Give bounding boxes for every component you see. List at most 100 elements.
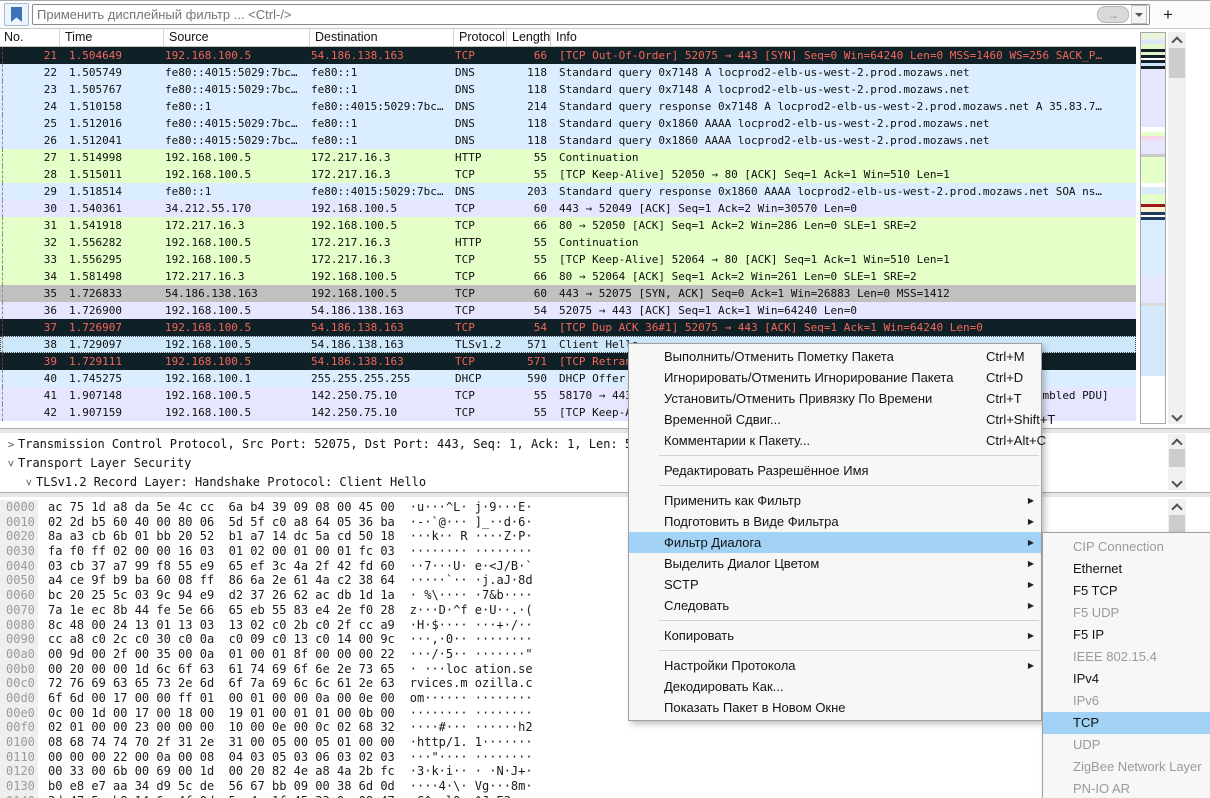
hex-row[interactable]: 0120 00 33 00 6b 00 69 00 1d 00 20 82 4e …	[0, 764, 1166, 780]
scroll-up-icon[interactable]	[1171, 438, 1183, 450]
column-header-time[interactable]: Time	[60, 29, 164, 46]
hex-row[interactable]: 0110 00 00 00 22 00 0a 00 08 04 03 05 03 …	[0, 749, 1166, 765]
packet-row[interactable]: 25 1.512016 fe80::4015:5029:7bc… fe80::1 DNS…	[0, 115, 1136, 132]
menu-item[interactable]: Комментарии к Пакету... Ctrl+Alt+C	[629, 430, 1046, 451]
packet-cell-no: 23	[43, 83, 57, 96]
add-filter-button[interactable]: +	[1158, 5, 1178, 25]
packet-row[interactable]: 33 1.556295 192.168.100.5 172.217.16.3 TCP 55…	[0, 251, 1136, 268]
menu-item[interactable]: Копировать ▶	[629, 625, 1041, 646]
packet-cell-src: 172.217.16.3	[165, 219, 245, 232]
packet-cell-info: Standard query 0x7148 A locprod2-elb-us-…	[559, 66, 970, 79]
menu-item[interactable]: Настройки Протокола ▶	[629, 655, 1041, 676]
scrollbar-thumb[interactable]	[1169, 48, 1185, 78]
packet-row[interactable]: 28 1.515011 192.168.100.5 172.217.16.3 TCP 55…	[0, 166, 1136, 183]
conversation-submenu: CIP Connection Ethernet F5 TCP F5 UDP F5 IP I…	[1042, 532, 1210, 798]
menu-separator	[659, 485, 1039, 486]
packet-cell-proto: TCP	[455, 202, 475, 215]
menu-item[interactable]: Игнорировать/Отменить Игнорирование Паке…	[629, 367, 1041, 388]
packet-row[interactable]: 23 1.505767 fe80::4015:5029:7bc… fe80::1 DNS…	[0, 81, 1136, 98]
menu-item[interactable]: Декодировать Как...	[629, 676, 1041, 697]
packet-cell-dst: 192.168.100.5	[311, 270, 398, 283]
submenu-item[interactable]: F5 TCP	[1043, 580, 1210, 602]
display-filter-input[interactable]	[35, 6, 1097, 23]
column-header-no[interactable]: No.	[0, 29, 60, 46]
submenu-item[interactable]: CIP Connection	[1043, 536, 1210, 558]
submenu-item[interactable]: ZigBee Network Layer	[1043, 756, 1210, 778]
menu-item[interactable]: Следовать ▶	[629, 595, 1041, 616]
hex-row[interactable]: 0130 b0 e8 e7 aa 34 d9 5c de 56 67 bb 09 …	[0, 779, 1166, 794]
packet-cell-len: 55	[533, 253, 547, 266]
hex-row[interactable]: 0100 08 68 74 74 70 2f 31 2e 31 00 05 00 …	[0, 735, 1166, 750]
menu-item[interactable]: Фильтр Диалога ▶	[629, 532, 1041, 553]
scroll-up-icon[interactable]	[1171, 503, 1183, 515]
packet-cell-dst: fe80::1	[311, 83, 358, 96]
packet-cell-src: 54.186.138.163	[165, 287, 258, 300]
apply-filter-button[interactable]: →	[1097, 6, 1129, 23]
menu-item[interactable]: Показать Пакет в Новом Окне	[629, 697, 1041, 718]
hex-row[interactable]: 01403d 47 5e b8 14 6c 4f 0d 5e 4a 1f 45 …	[0, 793, 1166, 798]
packet-cell-dst: 172.217.16.3	[311, 253, 391, 266]
packet-cell-src: 192.168.100.5	[165, 355, 252, 368]
column-header-length[interactable]: Length	[507, 29, 551, 46]
packet-row[interactable]: 34 1.581498 172.217.16.3 192.168.100.5 TCP 66…	[0, 268, 1136, 285]
packet-row[interactable]: 36 1.726900 192.168.100.5 54.186.138.163 TCP…	[0, 302, 1136, 319]
filter-bookmark-button[interactable]	[4, 3, 29, 26]
chevron-expanded-icon[interactable]: >	[2, 457, 21, 471]
menu-item[interactable]: Выделить Диалог Цветом ▶	[629, 553, 1041, 574]
scroll-down-icon[interactable]	[1171, 410, 1183, 422]
column-header-info[interactable]: Info	[551, 29, 1136, 46]
packet-row[interactable]: 37 1.726907 192.168.100.5 54.186.138.163 TCP…	[0, 319, 1136, 336]
packet-row[interactable]: 32 1.556282 192.168.100.5 172.217.16.3 HTTP 5…	[0, 234, 1136, 251]
packet-cell-proto: HTTP	[455, 151, 482, 164]
packet-row[interactable]: 21 1.504649 192.168.100.5 54.186.138.163 TCP…	[0, 47, 1136, 64]
submenu-item[interactable]: F5 IP	[1043, 624, 1210, 646]
submenu-item[interactable]: Ethernet	[1043, 558, 1210, 580]
menu-item[interactable]: Временной Сдвиг... Ctrl+Shift+T	[629, 409, 1055, 430]
scroll-up-icon[interactable]	[1171, 36, 1183, 48]
packet-cell-time: 1.745275	[69, 372, 122, 385]
submenu-item[interactable]: UDP	[1043, 734, 1210, 756]
menu-item[interactable]: Подготовить в Виде Фильтра ▶	[629, 511, 1041, 532]
packet-row[interactable]: 24 1.510158 fe80::1 fe80::4015:5029:7bc… DNS…	[0, 98, 1136, 115]
packet-list-scrollbar[interactable]	[1168, 32, 1186, 424]
packet-row[interactable]: 35 1.726833 54.186.138.163 192.168.100.5 TCP…	[0, 285, 1136, 302]
filter-dropdown-button[interactable]	[1131, 5, 1147, 24]
menu-item[interactable]: SCTP ▶	[629, 574, 1041, 595]
scrollbar-thumb[interactable]	[1169, 449, 1185, 467]
submenu-item[interactable]: IPv4	[1043, 668, 1210, 690]
hex-row[interactable]: 00f0 02 01 00 00 23 00 00 00 10 00 0e 00 …	[0, 720, 1166, 735]
packet-row[interactable]: 31 1.541918 172.217.16.3 192.168.100.5 TCP 66…	[0, 217, 1136, 234]
submenu-item[interactable]: F5 UDP	[1043, 602, 1210, 624]
packet-cell-len: 54	[533, 321, 547, 334]
packet-minimap[interactable]	[1140, 32, 1166, 424]
packet-cell-proto: TCP	[455, 49, 475, 62]
menu-item[interactable]: Редактировать Разрешённое Имя	[629, 460, 1041, 481]
packet-row[interactable]: 29 1.518514 fe80::1 fe80::4015:5029:7bc… DNS…	[0, 183, 1136, 200]
details-scrollbar[interactable]	[1168, 434, 1186, 490]
menu-item[interactable]: Выполнить/Отменить Пометку Пакета Ctrl+M	[629, 346, 1041, 367]
chevron-expanded-icon[interactable]: >	[20, 476, 39, 490]
packet-cell-len: 66	[533, 219, 547, 232]
scroll-down-icon[interactable]	[1171, 476, 1183, 488]
packet-row[interactable]: 26 1.512041 fe80::4015:5029:7bc… fe80::1 DNS…	[0, 132, 1136, 149]
packet-cell-time: 1.556295	[69, 253, 122, 266]
column-header-protocol[interactable]: Protocol	[454, 29, 507, 46]
menu-item[interactable]: Применить как Фильтр ▶	[629, 490, 1041, 511]
menu-item[interactable]: Установить/Отменить Привязку По Времени C…	[629, 388, 1041, 409]
packet-row[interactable]: 27 1.514998 192.168.100.5 172.217.16.3 HTTP 5…	[0, 149, 1136, 166]
packet-cell-info: 443 → 52075 [SYN, ACK] Seq=0 Ack=1 Win=2…	[559, 287, 950, 300]
column-header-source[interactable]: Source	[164, 29, 310, 46]
packet-row[interactable]: 30 1.540361 34.212.55.170 192.168.100.5 TCP 6…	[0, 200, 1136, 217]
chevron-collapsed-icon[interactable]: >	[4, 435, 18, 454]
packet-cell-proto: HTTP	[455, 236, 482, 249]
packet-cell-dst: fe80::4015:5029:7bc…	[311, 100, 444, 113]
context-menu: Выполнить/Отменить Пометку Пакета Ctrl+M И…	[628, 343, 1055, 721]
packet-cell-src: 192.168.100.5	[165, 168, 252, 181]
submenu-arrow-icon: ▶	[1027, 631, 1034, 640]
submenu-item[interactable]: IEEE 802.15.4	[1043, 646, 1210, 668]
submenu-item[interactable]: TCP	[1043, 712, 1210, 734]
packet-row[interactable]: 22 1.505749 fe80::4015:5029:7bc… fe80::1 DNS…	[0, 64, 1136, 81]
submenu-item[interactable]: IPv6	[1043, 690, 1210, 712]
submenu-item[interactable]: PN-IO AR	[1043, 778, 1210, 798]
column-header-destination[interactable]: Destination	[310, 29, 454, 46]
